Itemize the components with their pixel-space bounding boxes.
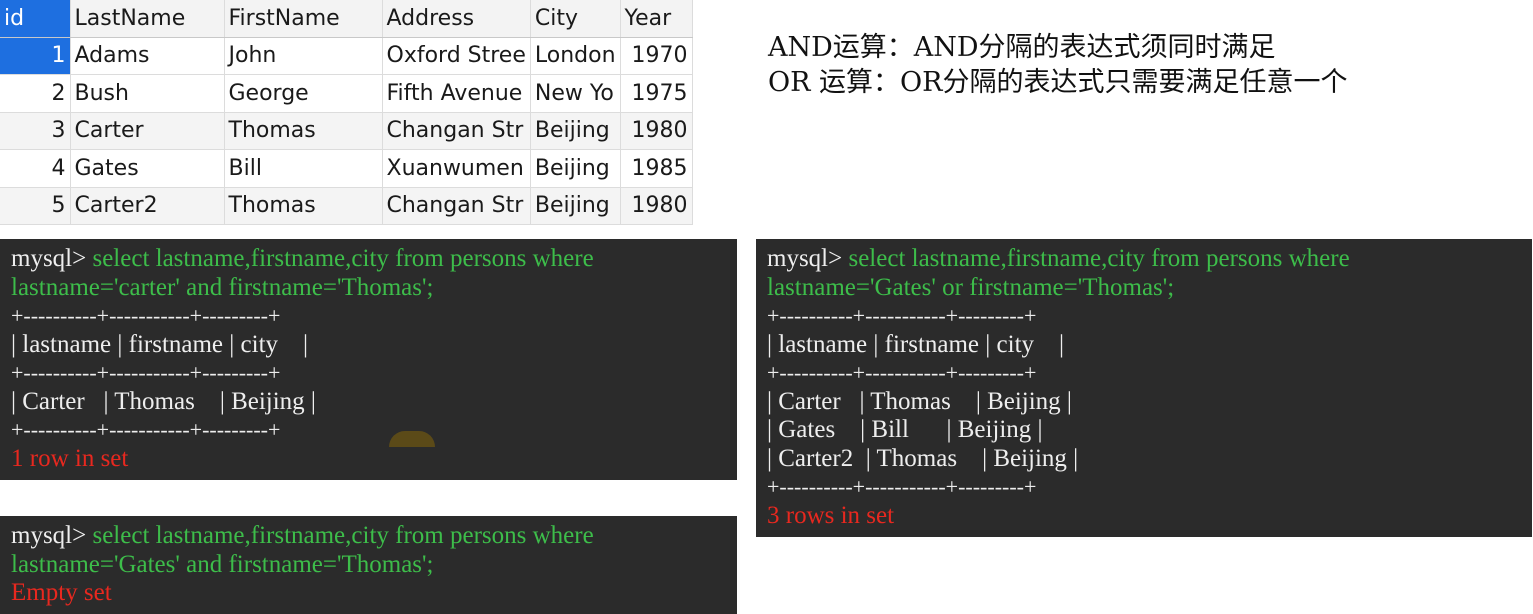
table-separator: +----------+-----------+---------+	[11, 303, 281, 328]
cell-city[interactable]: Beijing	[530, 187, 621, 225]
cell-lastname[interactable]: Gates	[70, 149, 225, 188]
and-note: AND运算：AND分隔的表达式须同时满足	[768, 32, 1276, 63]
terminal-and-query: mysql> select lastname,firstname,city fr…	[0, 239, 737, 480]
persons-table: id LastName FirstName Address City Year …	[0, 0, 693, 225]
cell-id[interactable]: 4	[0, 149, 71, 188]
cell-firstname[interactable]: Bill	[224, 149, 383, 188]
cell-city[interactable]: London	[530, 37, 621, 75]
cursor-artifact	[389, 431, 435, 447]
table-row[interactable]: 4 Gates Bill Xuanwumen Beijing 1985	[0, 149, 693, 188]
or-note: OR 运算：OR分隔的表达式只需要满足任意一个	[768, 67, 1348, 98]
result-row: | Carter | Thomas | Beijing |	[11, 387, 316, 415]
mysql-prompt: mysql>	[767, 245, 849, 272]
table-separator: +----------+-----------+---------+	[767, 303, 1037, 328]
result-count: Empty set	[11, 579, 112, 606]
cell-lastname[interactable]: Bush	[70, 74, 225, 113]
column-header-year[interactable]: Year	[620, 0, 693, 38]
result-count: 3 rows in set	[767, 501, 895, 529]
command-line-1: mysql> select lastname,firstname,city fr…	[11, 522, 737, 551]
command-line-2: lastname='Gates' or firstname='Thomas';	[767, 273, 1175, 301]
column-header-firstname[interactable]: FirstName	[224, 0, 383, 38]
table-row[interactable]: 5 Carter2 Thomas Changan Str Beijing 198…	[0, 187, 693, 225]
cell-address[interactable]: Changan Str	[382, 187, 531, 225]
table-row[interactable]: 1 Adams John Oxford Stree London 1970	[0, 37, 693, 75]
cell-lastname[interactable]: Carter	[70, 112, 225, 150]
cell-lastname[interactable]: Adams	[70, 37, 225, 75]
mysql-prompt: mysql>	[11, 522, 93, 549]
column-header-address[interactable]: Address	[382, 0, 531, 38]
cell-year[interactable]: 1980	[620, 187, 693, 225]
table-row[interactable]: 2 Bush George Fifth Avenue New Yo 1975	[0, 74, 693, 113]
result-header: | lastname | firstname | city |	[11, 330, 309, 358]
terminal-or-query: mysql> select lastname,firstname,city fr…	[756, 239, 1532, 537]
column-header-lastname[interactable]: LastName	[70, 0, 225, 38]
command-text: select lastname,firstname,city from pers…	[92, 522, 594, 549]
result-count: 1 row in set	[11, 444, 129, 472]
cell-address[interactable]: Oxford Stree	[382, 37, 531, 75]
cell-firstname[interactable]: Thomas	[224, 187, 383, 225]
operator-notes: AND运算：AND分隔的表达式须同时满足 OR 运算：OR分隔的表达式只需要满足…	[768, 30, 1348, 100]
cell-year[interactable]: 1985	[620, 149, 693, 188]
cell-city[interactable]: Beijing	[530, 149, 621, 188]
table-separator: +----------+-----------+---------+	[767, 360, 1037, 385]
table-header-row: id LastName FirstName Address City Year	[0, 0, 693, 38]
cell-year[interactable]: 1975	[620, 74, 693, 113]
table-separator: +----------+-----------+---------+	[11, 360, 281, 385]
command-line-2: lastname='Gates' and firstname='Thomas';	[11, 550, 434, 578]
column-header-city[interactable]: City	[530, 0, 621, 38]
command-line-2: lastname='carter' and firstname='Thomas'…	[11, 273, 434, 301]
cell-firstname[interactable]: George	[224, 74, 383, 113]
table-row[interactable]: 3 Carter Thomas Changan Str Beijing 1980	[0, 112, 693, 150]
cell-address[interactable]: Xuanwumen	[382, 149, 531, 188]
cell-lastname[interactable]: Carter2	[70, 187, 225, 225]
result-row: | Carter2 | Thomas | Beijing |	[767, 444, 1079, 472]
cell-id[interactable]: 2	[0, 74, 71, 113]
result-row: | Carter | Thomas | Beijing |	[767, 387, 1072, 415]
cell-year[interactable]: 1970	[620, 37, 693, 75]
mysql-prompt: mysql>	[11, 245, 93, 272]
cell-city[interactable]: Beijing	[530, 112, 621, 150]
result-header: | lastname | firstname | city |	[767, 330, 1065, 358]
command-text: select lastname,firstname,city from pers…	[92, 245, 594, 272]
cell-year[interactable]: 1980	[620, 112, 693, 150]
command-line-1: mysql> select lastname,firstname,city fr…	[767, 245, 1532, 274]
cell-address[interactable]: Fifth Avenue	[382, 74, 531, 113]
cell-city[interactable]: New Yo	[530, 74, 621, 113]
table-separator: +----------+-----------+---------+	[767, 474, 1037, 499]
command-text: select lastname,firstname,city from pers…	[848, 245, 1350, 272]
command-line-1: mysql> select lastname,firstname,city fr…	[11, 245, 737, 274]
cell-firstname[interactable]: John	[224, 37, 383, 75]
column-header-id[interactable]: id	[0, 0, 71, 38]
result-row: | Gates | Bill | Beijing |	[767, 416, 1043, 443]
table-separator: +----------+-----------+---------+	[11, 417, 281, 442]
cell-address[interactable]: Changan Str	[382, 112, 531, 150]
cell-firstname[interactable]: Thomas	[224, 112, 383, 150]
cell-id[interactable]: 3	[0, 112, 71, 150]
terminal-empty-query: mysql> select lastname,firstname,city fr…	[0, 516, 737, 614]
cell-id[interactable]: 1	[0, 37, 71, 75]
cell-id[interactable]: 5	[0, 187, 71, 225]
